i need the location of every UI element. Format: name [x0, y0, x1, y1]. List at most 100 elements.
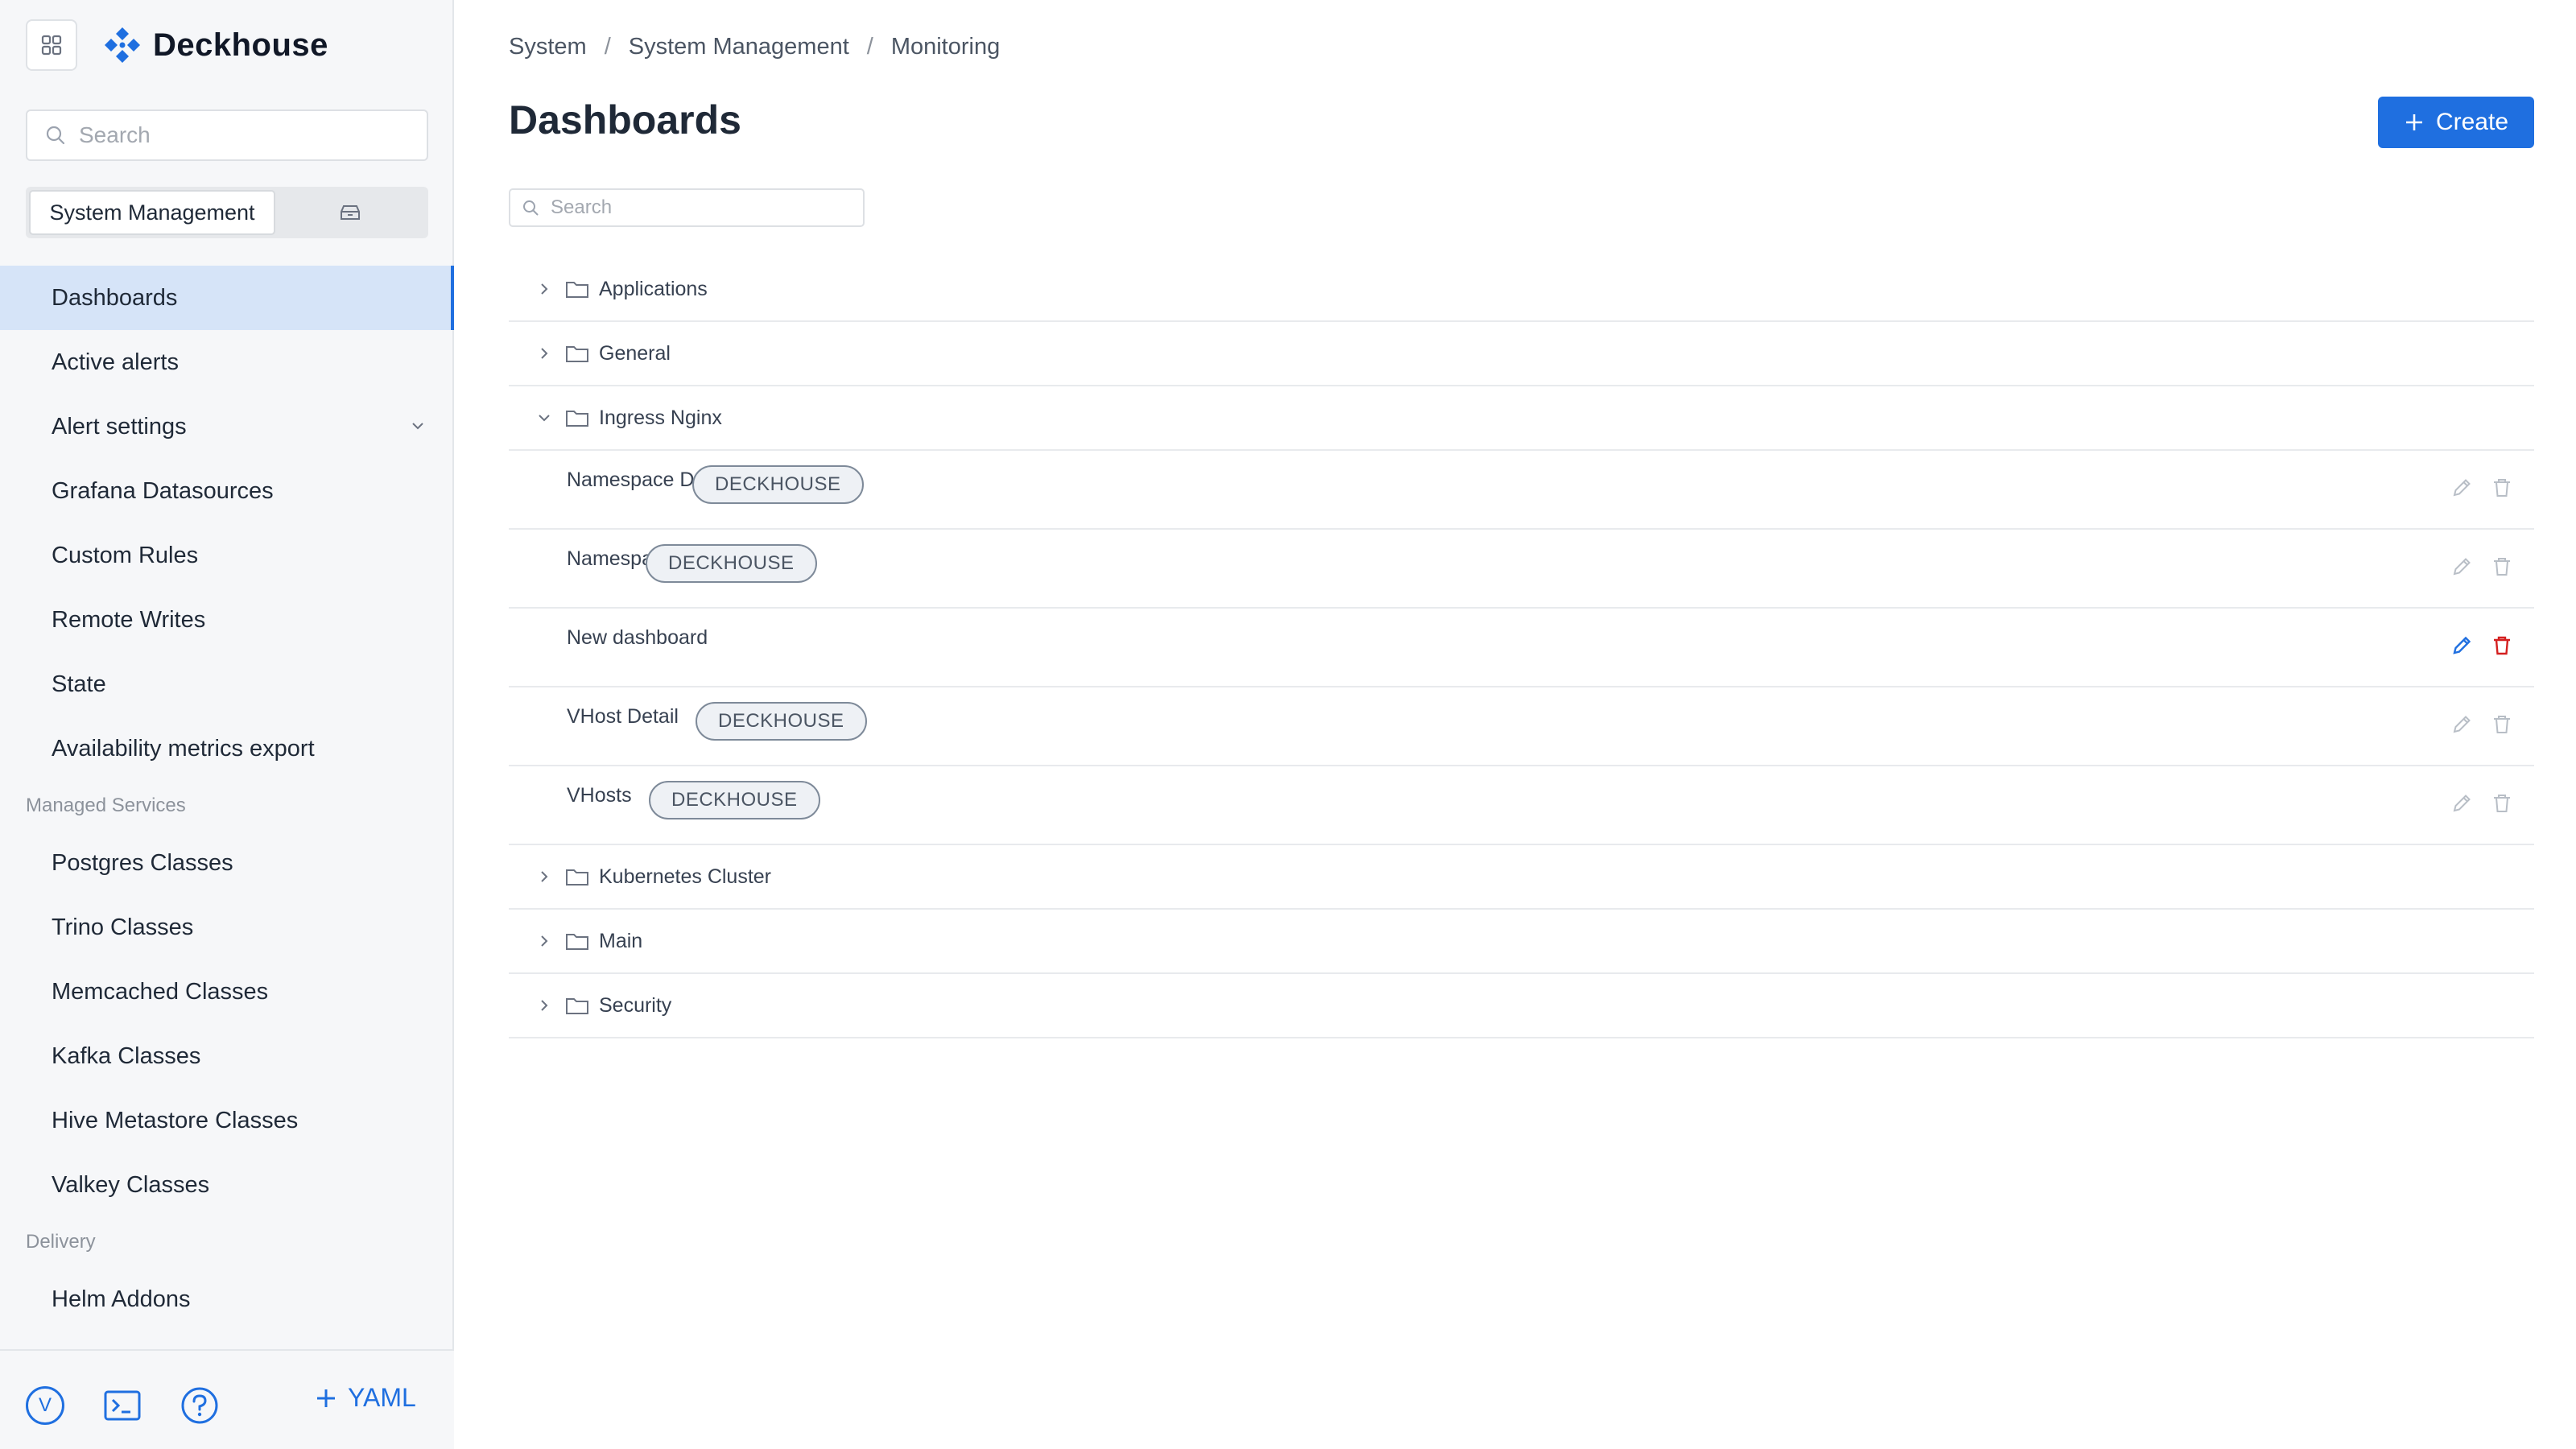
sidebar: Deckhouse System Management Dashboards A…	[0, 0, 454, 1449]
folder-row-security[interactable]: Security	[509, 974, 2534, 1038]
folder-icon	[565, 407, 589, 428]
dashboard-tree: Applications General Ingress Nginx Names…	[509, 258, 2534, 1038]
breadcrumb-separator: /	[604, 34, 611, 60]
sidebar-item-label: Remote Writes	[52, 606, 206, 633]
dashboard-row[interactable]: Namespaces DECKHOUSE	[509, 530, 2534, 609]
search-icon	[523, 200, 539, 216]
folder-name: Ingress Nginx	[599, 406, 722, 429]
folder-icon	[565, 931, 589, 952]
sidebar-item-availability-metrics-export[interactable]: Availability metrics export	[0, 716, 454, 781]
folder-name: Applications	[599, 277, 708, 300]
chevron-right-icon	[535, 997, 554, 1013]
sidebar-item-kafka-classes[interactable]: Kafka Classes	[0, 1024, 454, 1088]
sidebar-item-state[interactable]: State	[0, 652, 454, 716]
sidebar-item-dashboards[interactable]: Dashboards	[0, 266, 454, 330]
delete-button[interactable]	[2489, 791, 2515, 816]
deckhouse-badge: DECKHOUSE	[696, 702, 867, 741]
sidebar-item-label: Grafana Datasources	[52, 477, 274, 504]
edit-button[interactable]	[2449, 475, 2475, 501]
dashboard-row[interactable]: New dashboard	[509, 609, 2534, 687]
folder-row-applications[interactable]: Applications	[509, 258, 2534, 322]
terminal-icon[interactable]	[103, 1386, 142, 1425]
dashboard-row[interactable]: Namespace Detail DECKHOUSE	[509, 451, 2534, 530]
dashboard-row[interactable]: VHost Detail DECKHOUSE	[509, 687, 2534, 766]
sidebar-item-trino-classes[interactable]: Trino Classes	[0, 895, 454, 960]
sidebar-item-valkey-classes[interactable]: Valkey Classes	[0, 1153, 454, 1217]
sidebar-item-label: Trino Classes	[52, 914, 194, 940]
pencil-icon	[2453, 716, 2471, 733]
segment-system-management[interactable]: System Management	[29, 190, 275, 235]
sidebar-search-input[interactable]	[79, 122, 401, 148]
sidebar-item-label: State	[52, 671, 106, 697]
sidebar-item-custom-rules[interactable]: Custom Rules	[0, 523, 454, 588]
add-yaml-button[interactable]: YAML	[314, 1383, 416, 1413]
delete-button[interactable]	[2489, 712, 2515, 737]
deckhouse-badge: DECKHOUSE	[646, 544, 817, 583]
chevron-down-icon	[412, 423, 423, 430]
folder-name: Main	[599, 929, 643, 952]
dashboard-search[interactable]	[509, 188, 865, 227]
delete-button[interactable]	[2489, 554, 2515, 580]
sidebar-item-label: Hive Metastore Classes	[52, 1107, 299, 1133]
dashboard-row[interactable]: VHosts DECKHOUSE	[509, 766, 2534, 845]
sidebar-item-grafana-datasources[interactable]: Grafana Datasources	[0, 459, 454, 523]
apps-grid-button[interactable]	[26, 19, 77, 71]
sidebar-item-label: Dashboards	[52, 284, 178, 311]
sidebar-item-memcached-classes[interactable]: Memcached Classes	[0, 960, 454, 1024]
pencil-icon	[2453, 479, 2471, 497]
row-actions	[2434, 712, 2515, 737]
chevron-right-icon	[535, 345, 554, 361]
grid-icon	[41, 35, 62, 56]
deckhouse-logo-icon	[105, 27, 140, 63]
sidebar-item-postgres-classes[interactable]: Postgres Classes	[0, 831, 454, 895]
folder-icon	[565, 343, 589, 364]
trash-icon	[2494, 636, 2510, 655]
dashboard-name[interactable]: VHosts	[567, 784, 632, 807]
folder-row-main[interactable]: Main	[509, 910, 2534, 974]
delete-button[interactable]	[2489, 633, 2515, 658]
row-actions	[2434, 633, 2515, 658]
help-icon[interactable]	[180, 1386, 219, 1425]
create-button[interactable]: Create	[2378, 97, 2534, 148]
breadcrumb-item-system-management[interactable]: System Management	[629, 34, 849, 60]
sidebar-item-active-alerts[interactable]: Active alerts	[0, 330, 454, 394]
sidebar-item-alert-settings[interactable]: Alert settings	[0, 394, 454, 459]
sidebar-search[interactable]	[26, 109, 428, 161]
breadcrumb-item-monitoring[interactable]: Monitoring	[891, 34, 1000, 60]
sidebar-header: Deckhouse	[26, 19, 328, 71]
sidebar-item-remote-writes[interactable]: Remote Writes	[0, 588, 454, 652]
page-title: Dashboards	[509, 97, 741, 142]
user-avatar[interactable]: V	[26, 1386, 64, 1425]
dashboard-name[interactable]: VHost Detail	[567, 705, 679, 729]
sidebar-item-label: Alert settings	[52, 413, 187, 440]
sidebar-item-label: Kafka Classes	[52, 1042, 201, 1069]
edit-button[interactable]	[2449, 712, 2475, 737]
main-content: System / System Management / Monitoring …	[456, 0, 2576, 1449]
chevron-down-icon	[535, 410, 554, 426]
folder-row-kubernetes-cluster[interactable]: Kubernetes Cluster	[509, 845, 2534, 910]
sidebar-item-hive-metastore-classes[interactable]: Hive Metastore Classes	[0, 1088, 454, 1153]
search-icon	[46, 126, 65, 145]
dashboard-search-input[interactable]	[551, 196, 848, 219]
brand-logo[interactable]: Deckhouse	[101, 24, 328, 66]
segment-archive[interactable]	[275, 190, 425, 235]
breadcrumb-separator: /	[866, 34, 873, 60]
folder-name: Kubernetes Cluster	[599, 865, 772, 888]
folder-row-general[interactable]: General	[509, 322, 2534, 386]
folder-row-ingress-nginx[interactable]: Ingress Nginx	[509, 386, 2534, 451]
folder-icon	[565, 995, 589, 1016]
section-switcher: System Management	[26, 187, 428, 238]
edit-button[interactable]	[2449, 633, 2475, 658]
sidebar-item-label: Active alerts	[52, 349, 179, 375]
sidebar-item-helm-addons[interactable]: Helm Addons	[0, 1267, 454, 1331]
plus-icon	[317, 1389, 335, 1407]
sidebar-item-label: Memcached Classes	[52, 978, 269, 1005]
dashboard-name[interactable]: New dashboard	[567, 626, 708, 650]
breadcrumb-item-system[interactable]: System	[509, 34, 587, 60]
edit-button[interactable]	[2449, 554, 2475, 580]
folder-name: Security	[599, 993, 672, 1017]
deckhouse-badge: DECKHOUSE	[649, 781, 820, 819]
edit-button[interactable]	[2449, 791, 2475, 816]
delete-button[interactable]	[2489, 475, 2515, 501]
sidebar-item-label: Custom Rules	[52, 542, 199, 568]
